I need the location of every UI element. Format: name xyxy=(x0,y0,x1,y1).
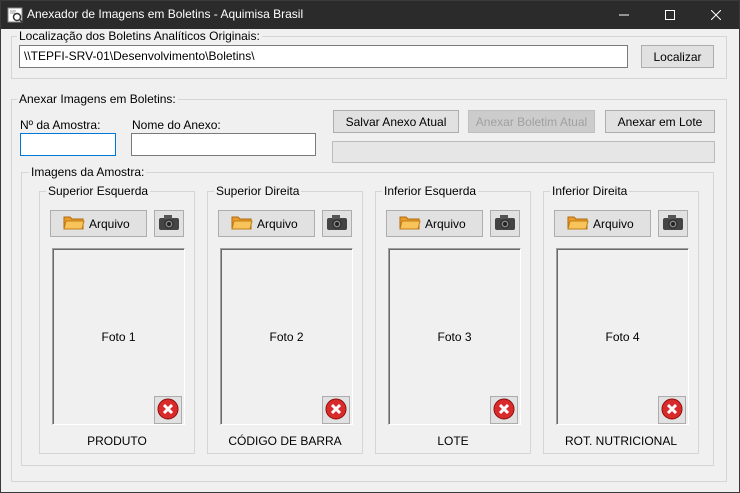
delete-photo-button[interactable] xyxy=(154,396,182,424)
delete-icon xyxy=(661,398,683,423)
close-icon xyxy=(711,10,721,20)
sample-number-label: Nº da Amostra: xyxy=(20,118,101,132)
file-button[interactable]: Arquivo xyxy=(554,210,651,237)
attachment-name-input[interactable] xyxy=(131,133,316,156)
file-button-label: Arquivo xyxy=(593,216,634,231)
photo-label: Foto 2 xyxy=(269,330,304,344)
panel-caption: PRODUTO xyxy=(87,434,147,448)
title-bar[interactable]: Anexador de Imagens em Boletins - Aquimi… xyxy=(1,1,739,29)
camera-icon xyxy=(158,213,180,234)
camera-button[interactable] xyxy=(658,210,688,237)
attachment-name-label: Nome do Anexo: xyxy=(132,118,221,132)
minimize-icon xyxy=(619,10,629,20)
camera-button[interactable] xyxy=(154,210,184,237)
progress-bar xyxy=(332,141,715,163)
file-button-label: Arquivo xyxy=(89,216,130,231)
images-group-label: Imagens da Amostra: xyxy=(29,165,147,179)
panel-title: Superior Esquerda xyxy=(46,184,151,198)
close-button[interactable] xyxy=(693,1,739,29)
folder-icon xyxy=(231,214,253,233)
delete-photo-button[interactable] xyxy=(490,396,518,424)
maximize-button[interactable] xyxy=(647,1,693,29)
panel-title: Superior Direita xyxy=(214,184,302,198)
folder-icon xyxy=(63,214,85,233)
photo-label: Foto 4 xyxy=(605,330,640,344)
main-window: Anexador de Imagens em Boletins - Aquimi… xyxy=(0,0,740,493)
delete-photo-button[interactable] xyxy=(322,396,350,424)
locate-button[interactable]: Localizar xyxy=(641,45,714,68)
photo-label: Foto 1 xyxy=(101,330,136,344)
save-attachment-button[interactable]: Salvar Anexo Atual xyxy=(333,110,459,133)
folder-icon xyxy=(399,214,421,233)
camera-icon xyxy=(662,213,684,234)
file-button[interactable]: Arquivo xyxy=(218,210,315,237)
boletins-path-input[interactable]: \\TEPFI-SRV-01\Desenvolvimento\Boletins\ xyxy=(19,45,628,68)
panel-title: Inferior Direita xyxy=(550,184,630,198)
panel-caption: ROT. NUTRICIONAL xyxy=(564,434,677,448)
delete-photo-button[interactable] xyxy=(658,396,686,424)
minimize-button[interactable] xyxy=(601,1,647,29)
panel-caption: CÓDIGO DE BARRA xyxy=(228,434,342,448)
delete-icon xyxy=(493,398,515,423)
panel-caption: LOTE xyxy=(437,434,469,448)
attach-group-label: Anexar Imagens em Boletins: xyxy=(17,92,178,106)
window-title: Anexador de Imagens em Boletins - Aquimi… xyxy=(27,7,304,21)
folder-icon xyxy=(567,214,589,233)
delete-icon xyxy=(325,398,347,423)
camera-icon xyxy=(494,213,516,234)
sample-number-input[interactable] xyxy=(20,133,116,156)
file-button[interactable]: Arquivo xyxy=(386,210,483,237)
camera-icon xyxy=(326,213,348,234)
file-button-label: Arquivo xyxy=(425,216,466,231)
camera-button[interactable] xyxy=(490,210,520,237)
attach-current-button: Anexar Boletim Atual xyxy=(468,110,595,133)
file-button-label: Arquivo xyxy=(257,216,298,231)
app-icon xyxy=(7,7,23,23)
camera-button[interactable] xyxy=(322,210,352,237)
panel-title: Inferior Esquerda xyxy=(382,184,479,198)
file-button[interactable]: Arquivo xyxy=(50,210,147,237)
attach-batch-button[interactable]: Anexar em Lote xyxy=(605,110,715,133)
delete-icon xyxy=(157,398,179,423)
location-group-label: Localização dos Boletins Analíticos Orig… xyxy=(17,29,262,43)
photo-label: Foto 3 xyxy=(437,330,472,344)
maximize-icon xyxy=(665,10,675,20)
